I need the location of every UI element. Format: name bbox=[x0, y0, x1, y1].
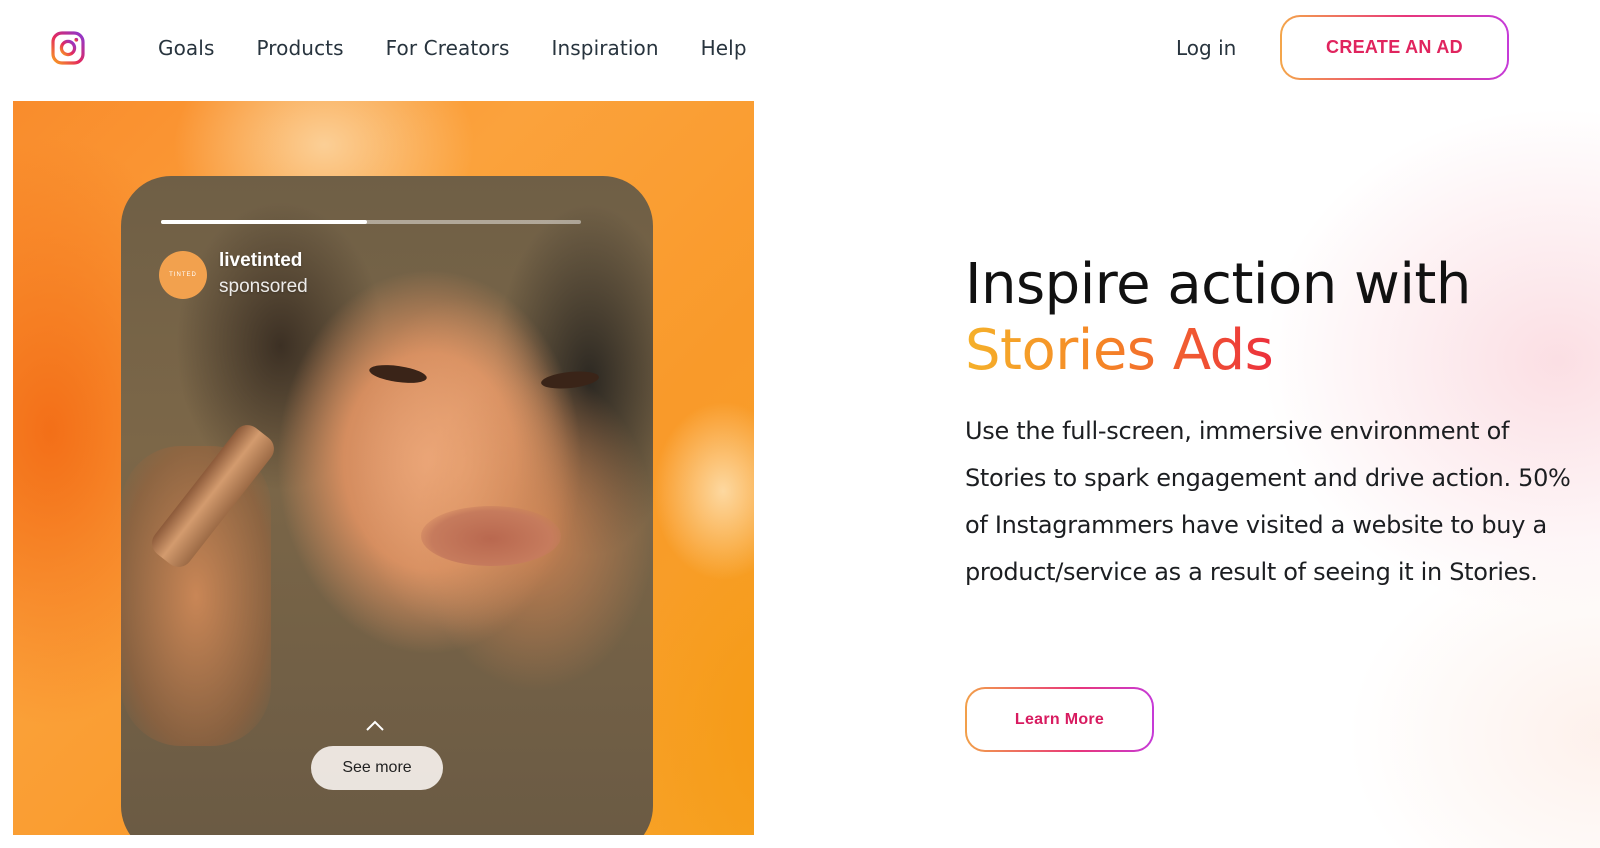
brand-name[interactable]: livetinted bbox=[219, 250, 302, 272]
brand-avatar-text: TINTED bbox=[169, 272, 197, 278]
headline-accent: Stories Ads bbox=[965, 318, 1274, 383]
login-link[interactable]: Log in bbox=[1176, 36, 1236, 60]
story-photo-lips bbox=[421, 506, 561, 566]
brand-avatar[interactable]: TINTED bbox=[159, 251, 207, 299]
chevron-up-icon bbox=[366, 720, 384, 731]
create-ad-button[interactable]: CREATE AN AD bbox=[1280, 15, 1509, 80]
nav-products[interactable]: Products bbox=[256, 36, 343, 60]
sponsored-label: sponsored bbox=[219, 276, 308, 297]
hero-description: Use the full-screen, immersive environme… bbox=[965, 417, 1571, 586]
learn-more-label: Learn More bbox=[967, 689, 1152, 750]
story-progress-bar bbox=[161, 220, 581, 224]
story-progress-fill bbox=[161, 220, 367, 224]
story-photo-face bbox=[351, 296, 571, 636]
hero-media: TINTED livetinted sponsored See more bbox=[13, 101, 754, 835]
nav-goals[interactable]: Goals bbox=[158, 36, 214, 60]
main-nav: Goals Products For Creators Inspiration … bbox=[158, 36, 789, 60]
nav-for-creators[interactable]: For Creators bbox=[386, 36, 510, 60]
instagram-icon[interactable] bbox=[51, 31, 85, 65]
see-more-button[interactable]: See more bbox=[311, 746, 443, 790]
create-ad-label: CREATE AN AD bbox=[1282, 17, 1507, 78]
headline-line-1: Inspire action with bbox=[965, 252, 1471, 317]
learn-more-button[interactable]: Learn More bbox=[965, 687, 1154, 752]
nav-inspiration[interactable]: Inspiration bbox=[551, 36, 658, 60]
story-preview: TINTED livetinted sponsored See more bbox=[121, 176, 653, 835]
site-header: Goals Products For Creators Inspiration … bbox=[0, 0, 1600, 98]
nav-help[interactable]: Help bbox=[701, 36, 747, 60]
hero-headline: Inspire action with Stories Ads bbox=[965, 252, 1471, 384]
